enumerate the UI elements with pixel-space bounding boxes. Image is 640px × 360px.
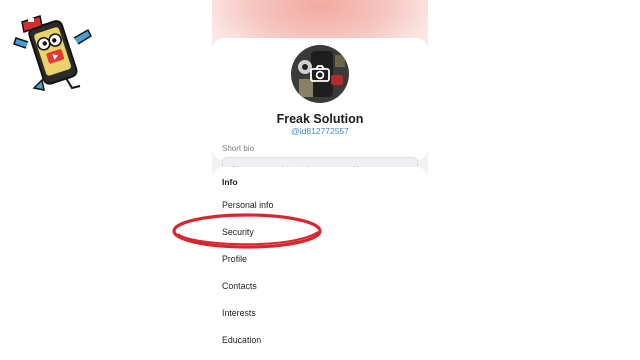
profile-handle[interactable]: @id812772557 — [212, 126, 428, 136]
menu-item-education[interactable]: Education — [222, 335, 261, 345]
info-section-title: Info — [222, 177, 238, 187]
bio-label: Short bio — [222, 144, 255, 153]
avatar[interactable] — [289, 43, 351, 105]
profile-screen: Freak Solution @id812772557 Short bio Sh… — [212, 0, 428, 360]
menu-item-profile[interactable]: Profile — [222, 254, 247, 264]
menu-item-contacts[interactable]: Contacts — [222, 281, 257, 291]
menu-item-interests[interactable]: Interests — [222, 308, 256, 318]
phone-mascot-icon — [13, 15, 92, 91]
menu-item-personal-info[interactable]: Personal info — [222, 200, 273, 210]
info-card: Info Personal info Security Profile Cont… — [212, 167, 428, 360]
camera-icon[interactable] — [309, 63, 331, 85]
menu-item-security[interactable]: Security — [222, 227, 254, 237]
profile-name: Freak Solution — [276, 112, 364, 126]
profile-card: Freak Solution @id812772557 Short bio Sh… — [212, 38, 428, 193]
